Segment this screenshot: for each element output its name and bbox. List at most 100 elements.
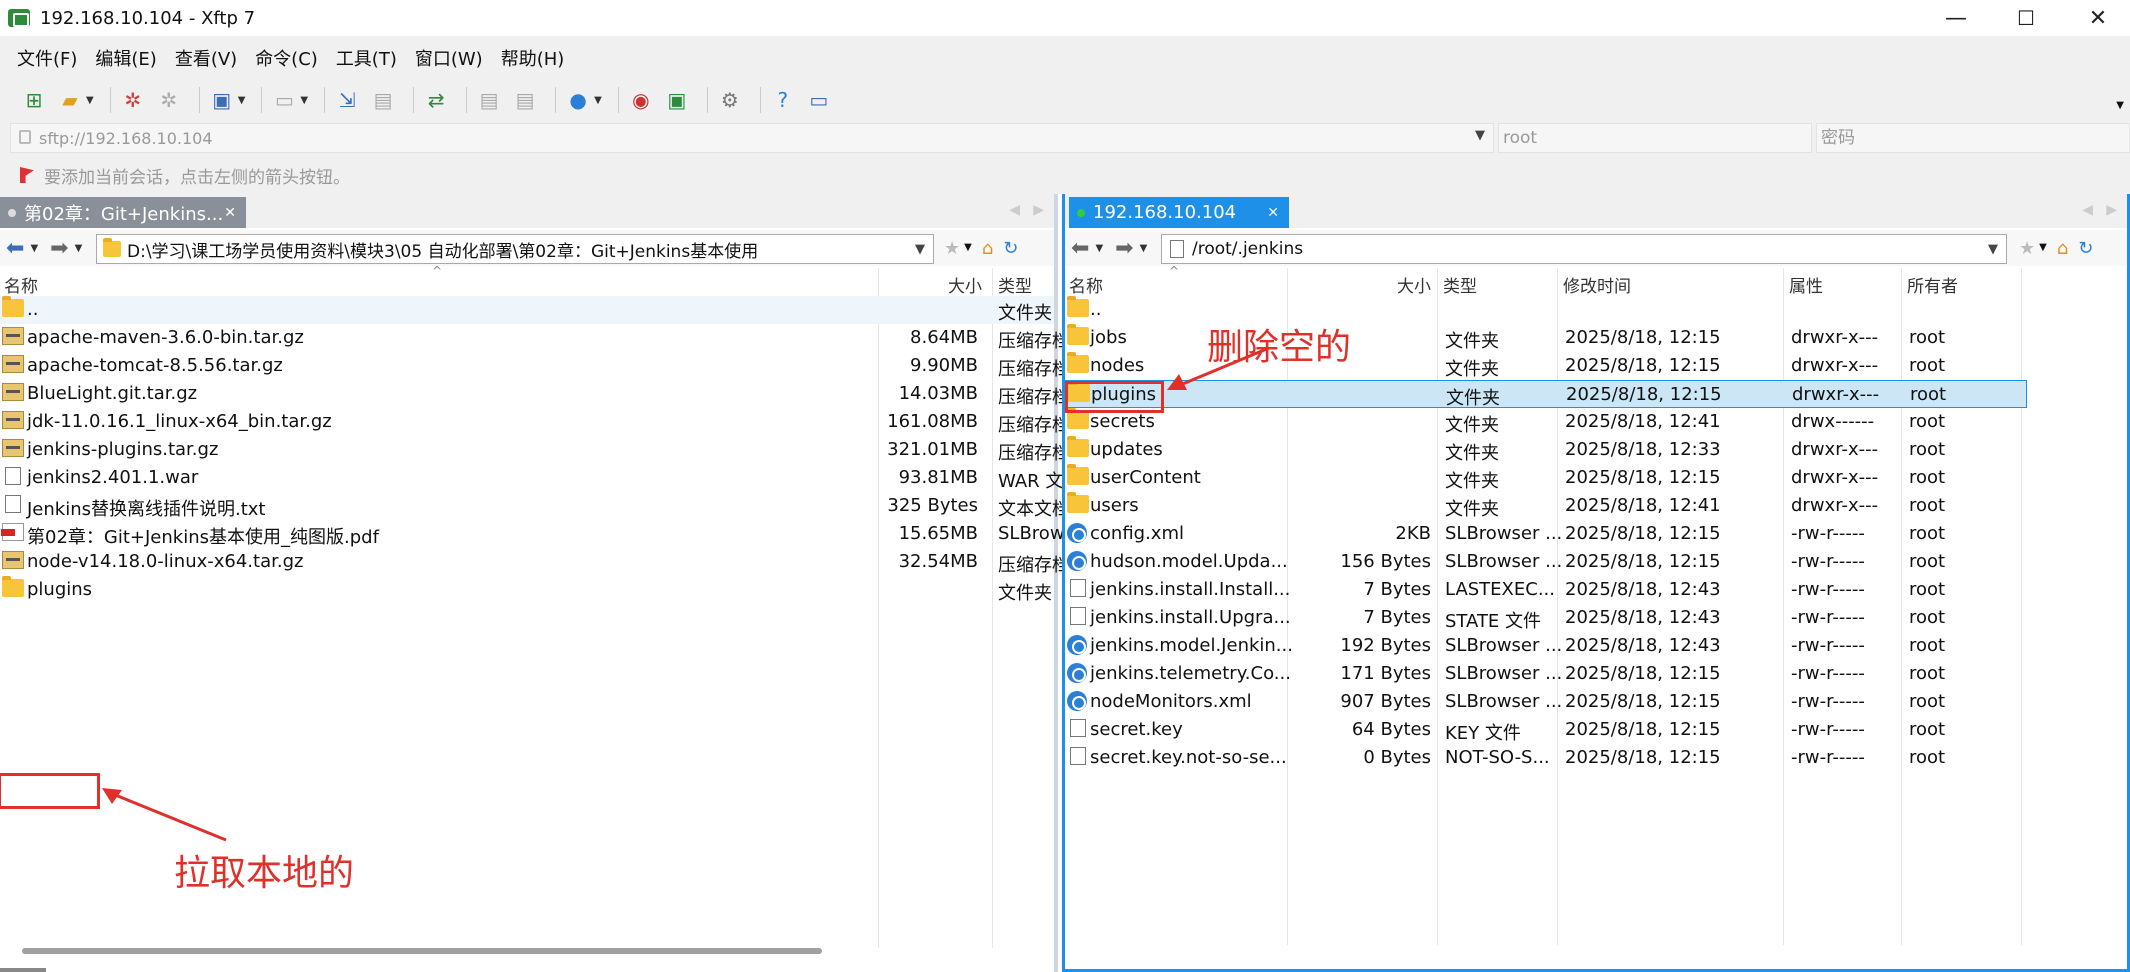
file-type: 文件夹 xyxy=(1446,388,1500,409)
menu-file[interactable]: 文件(F) xyxy=(17,45,77,71)
tab-local[interactable]: 第02章：Git+Jenkins... ✕ xyxy=(0,197,246,228)
col-type[interactable]: 类型 xyxy=(998,272,1032,297)
forward-arrow-icon[interactable]: ➡ xyxy=(50,236,68,261)
table-row[interactable]: updates 文件夹 2025/8/18, 12:33 drwxr-x--- root xyxy=(1065,436,2127,464)
col-size[interactable]: 大小 xyxy=(1397,272,1431,297)
gear-icon[interactable]: ⚙ xyxy=(716,86,744,114)
table-row[interactable]: userContent 文件夹 2025/8/18, 12:15 drwxr-x---… xyxy=(1065,464,2127,492)
close-icon[interactable]: ✕ xyxy=(224,205,236,221)
horizontal-scrollbar[interactable] xyxy=(22,948,822,954)
table-row[interactable]: secret.key.not-so-se... 0 Bytes NOT-SO-S..… xyxy=(1065,744,2127,772)
file-size: 161.08MB xyxy=(887,411,978,432)
menu-edit[interactable]: 编辑(E) xyxy=(95,45,156,71)
disconnect-icon[interactable]: ✲ xyxy=(155,86,183,114)
help-icon[interactable]: ? xyxy=(769,86,797,114)
table-row[interactable]: apache-tomcat-8.5.56.tar.gz 9.90MB 压缩存档 xyxy=(0,352,1070,380)
star-icon[interactable]: ★ xyxy=(944,238,960,259)
host-address-input[interactable]: sftp://192.168.10.104 ▼ xyxy=(10,123,1494,153)
refresh-icon[interactable]: ↻ xyxy=(2078,238,2093,259)
table-row[interactable]: hudson.model.Upda... 156 Bytes SLBrowser .… xyxy=(1065,548,2127,576)
col-attr[interactable]: 属性 xyxy=(1789,272,1823,297)
table-row[interactable]: config.xml 2KB SLBrowser ... 2025/8/18, 12:… xyxy=(1065,520,2127,548)
col-name[interactable]: 名称 xyxy=(1069,272,1103,297)
toolbar-overflow-icon[interactable]: ▼ xyxy=(2116,100,2124,111)
col-size[interactable]: 大小 xyxy=(948,272,982,297)
table-row[interactable]: 第02章：Git+Jenkins基本使用_纯图版.pdf 15.65MB SLBro… xyxy=(0,520,1092,548)
new-session-icon[interactable]: ⊞ xyxy=(20,86,48,114)
tab-next-icon[interactable]: ▶ xyxy=(2106,202,2117,218)
tab-prev-icon[interactable]: ◀ xyxy=(1009,202,1020,218)
table-row[interactable]: nodeMonitors.xml 907 Bytes SLBrowser ... 20… xyxy=(1065,688,2127,716)
table-row[interactable]: jenkins.install.Upgra... 7 Bytes STATE 文件 2… xyxy=(1065,604,2127,632)
tab-prev-icon[interactable]: ◀ xyxy=(2082,202,2093,218)
xshell-icon[interactable]: ◉ xyxy=(627,86,655,114)
table-row[interactable]: node-v14.18.0-linux-x64.tar.gz 32.54MB 压缩存… xyxy=(0,548,1070,576)
table-row[interactable]: plugins 文件夹 xyxy=(0,576,1054,604)
minimize-button[interactable]: — xyxy=(1924,0,1988,36)
table-row[interactable]: secrets 文件夹 2025/8/18, 12:41 drwx------ root xyxy=(1065,408,2127,436)
table-row[interactable]: secret.key 64 Bytes KEY 文件 2025/8/18, 12:15… xyxy=(1065,716,2127,744)
file-owner: root xyxy=(1909,523,1946,544)
table-row[interactable]: jenkins.install.Install... 7 Bytes LASTEXE… xyxy=(1065,576,2127,604)
file-owner: root xyxy=(1909,467,1946,488)
file-icon xyxy=(5,467,21,485)
copy-icon[interactable]: ▤ xyxy=(475,86,503,114)
local-path-input[interactable]: D:\学习\课工场学员使用资料\模块3\05 自动化部署\第02章：Git+Je… xyxy=(96,234,934,264)
menu-window[interactable]: 窗口(W) xyxy=(415,45,483,71)
session-properties-icon[interactable]: ▣ xyxy=(208,86,236,114)
transfer-icon[interactable]: ▭ xyxy=(270,86,298,114)
open-folder-icon[interactable]: ▰ xyxy=(56,86,84,114)
close-button[interactable]: ✕ xyxy=(2066,0,2130,36)
paste-icon[interactable]: ▤ xyxy=(511,86,539,114)
chevron-down-icon[interactable]: ▼ xyxy=(1988,242,1998,257)
table-row[interactable]: jenkins-plugins.tar.gz 321.01MB 压缩存档 xyxy=(0,436,1070,464)
file-attr: drwxr-x--- xyxy=(1791,327,1879,348)
remote-path-input[interactable]: /root/.jenkins ▼ xyxy=(1161,234,2007,264)
globe-icon[interactable]: ● xyxy=(564,86,592,114)
menu-view[interactable]: 查看(V) xyxy=(175,45,237,71)
table-row[interactable]: jenkins2.401.1.war 93.81MB WAR 文件 xyxy=(0,464,1081,492)
toolbar: ⊞ ▰ ▼ ✲ ✲ ▣ ▼ ▭ ▼ ⇲ ▤ ⇄ ▤ ▤ ● ▼ ◉ ▣ ⚙ ? ▭ ▼ xyxy=(0,80,2130,120)
add-session-flag-icon[interactable] xyxy=(20,167,34,183)
refresh-icon[interactable]: ↻ xyxy=(1003,238,1018,259)
forward-arrow-icon[interactable]: ➡ xyxy=(1115,236,1133,261)
tab-remote[interactable]: 192.168.10.104 ✕ xyxy=(1069,197,1289,228)
back-arrow-icon[interactable]: ⬅ xyxy=(6,236,24,261)
table-row[interactable]: jenkins.telemetry.Co... 171 Bytes SLBrowse… xyxy=(1065,660,2127,688)
table-row[interactable]: jdk-11.0.16.1_linux-x64_bin.tar.gz 161.08… xyxy=(0,408,1070,436)
back-arrow-icon[interactable]: ⬅ xyxy=(1071,236,1089,261)
folder-icon xyxy=(1067,436,1089,457)
table-row[interactable]: apache-maven-3.6.0-bin.tar.gz 8.64MB 压缩存档 xyxy=(0,324,1070,352)
col-mtime[interactable]: 修改时间 xyxy=(1563,272,1631,297)
menu-command[interactable]: 命令(C) xyxy=(255,45,318,71)
xftp-icon[interactable]: ▣ xyxy=(663,86,691,114)
table-row[interactable]: Jenkins替换离线插件说明.txt 325 Bytes 文本文档 xyxy=(0,492,1070,520)
table-row[interactable]: jenkins.model.Jenkin... 192 Bytes SLBrowse… xyxy=(1065,632,2127,660)
download-icon[interactable]: ▤ xyxy=(369,86,397,114)
sync-icon[interactable]: ⇄ xyxy=(422,86,450,114)
table-row[interactable]: .. 文件夹 xyxy=(0,296,1054,324)
upload-icon[interactable]: ⇲ xyxy=(333,86,361,114)
col-type[interactable]: 类型 xyxy=(1443,272,1477,297)
home-icon[interactable]: ⌂ xyxy=(2057,238,2068,259)
star-icon[interactable]: ★ xyxy=(2019,238,2035,259)
close-icon[interactable]: ✕ xyxy=(1267,205,1279,221)
maximize-button[interactable]: ☐ xyxy=(1994,0,2058,36)
file-icon xyxy=(1070,747,1086,765)
menu-tools[interactable]: 工具(T) xyxy=(336,45,397,71)
tab-next-icon[interactable]: ▶ xyxy=(1033,202,1044,218)
home-icon[interactable]: ⌂ xyxy=(982,238,993,259)
chat-icon[interactable]: ▭ xyxy=(805,86,833,114)
connect-icon[interactable]: ✲ xyxy=(119,86,147,114)
col-owner[interactable]: 所有者 xyxy=(1907,272,1958,297)
col-name[interactable]: 名称 xyxy=(4,272,38,297)
chevron-down-icon[interactable]: ▼ xyxy=(1475,128,1485,143)
menu-help[interactable]: 帮助(H) xyxy=(501,45,565,71)
username-field[interactable]: root xyxy=(1498,123,1812,153)
table-row[interactable]: users 文件夹 2025/8/18, 12:41 drwxr-x--- root xyxy=(1065,492,2127,520)
table-row[interactable]: BlueLight.git.tar.gz 14.03MB 压缩存档 xyxy=(0,380,1070,408)
file-mtime: 2025/8/18, 12:15 xyxy=(1565,551,1721,572)
chevron-down-icon[interactable]: ▼ xyxy=(915,242,925,257)
file-name: secret.key xyxy=(1090,719,1183,740)
password-field[interactable]: 密码 xyxy=(1816,123,2130,153)
